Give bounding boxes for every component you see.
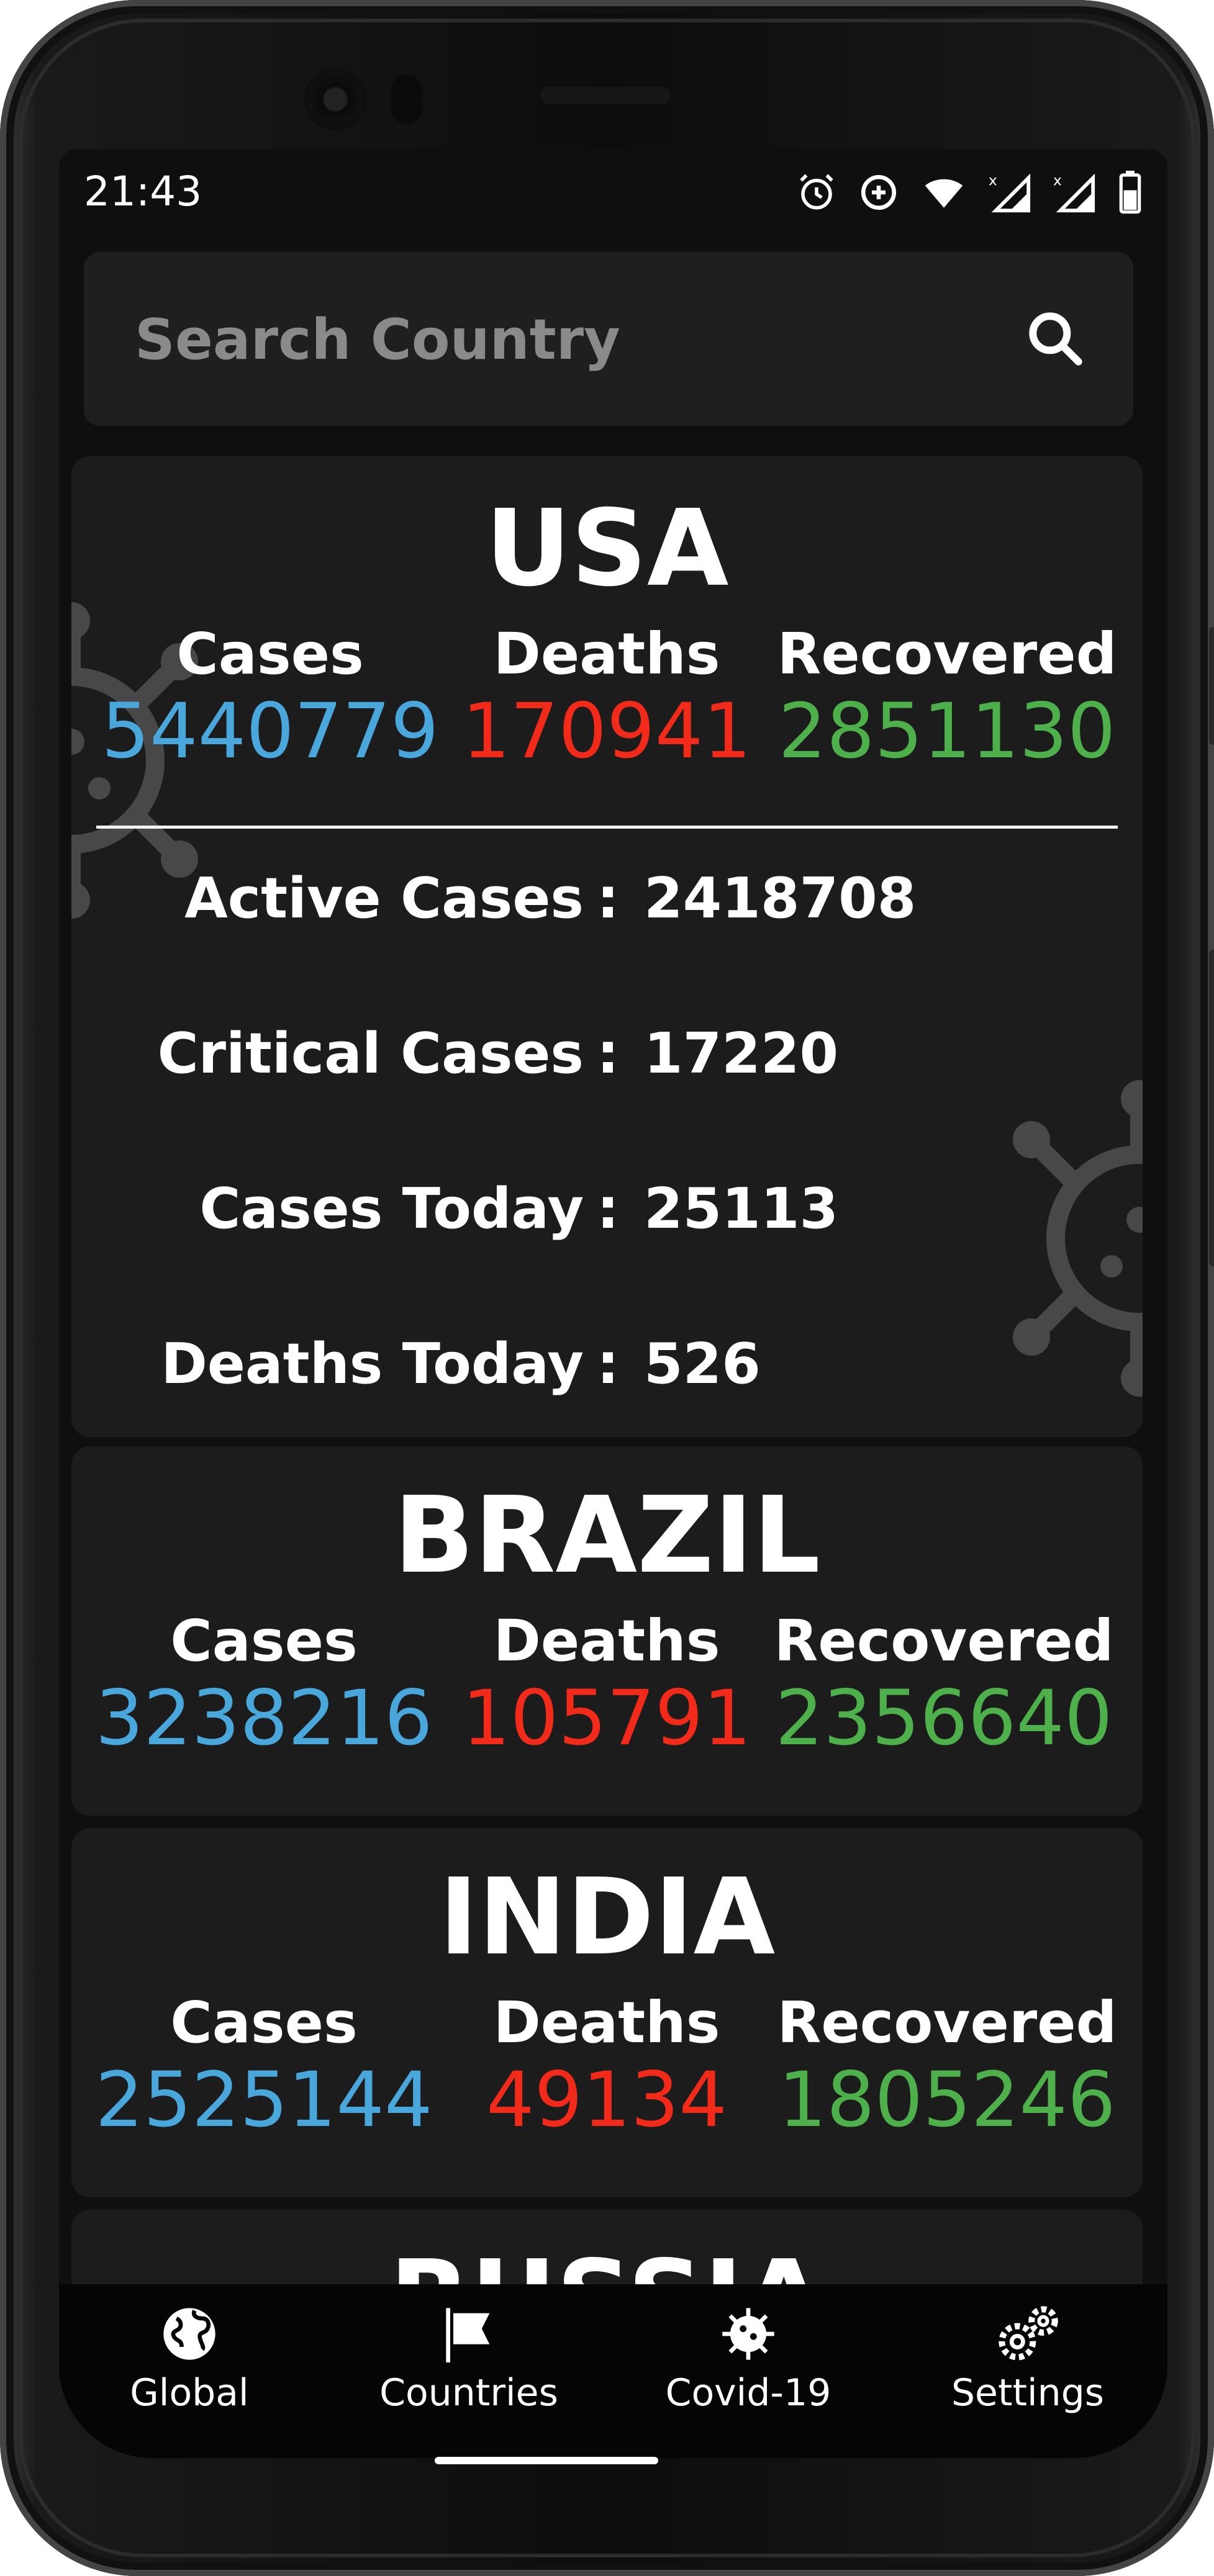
gears-icon <box>999 2306 1058 2361</box>
detail-label: Critical Cases <box>157 1021 584 1086</box>
detail-separator: : <box>597 1331 619 1397</box>
sensor <box>391 74 422 124</box>
country-name: USA <box>485 487 729 610</box>
recovered-label: Recovered <box>774 1608 1114 1674</box>
detail-row: Deaths Today : 526 <box>71 1331 1143 1400</box>
earpiece-speaker <box>540 87 671 104</box>
country-name: INDIA <box>438 1856 776 1979</box>
wifi-icon <box>925 179 963 208</box>
nav-global[interactable]: Global <box>59 2303 320 2415</box>
nav-countries[interactable]: Countries <box>338 2303 599 2415</box>
globe-icon <box>163 2308 215 2360</box>
cases-label: Cases <box>176 621 364 687</box>
deaths-label: Deaths <box>493 621 720 687</box>
nav-covid[interactable]: Covid-19 <box>618 2303 879 2415</box>
detail-label: Deaths Today <box>161 1331 584 1397</box>
detail-separator: : <box>597 866 619 931</box>
recovered-column: Recovered 1805246 <box>761 1989 1133 2144</box>
divider <box>96 826 1118 829</box>
home-indicator[interactable] <box>435 2457 658 2464</box>
country-card[interactable]: INDIA Cases 2525144 Deaths 49134 Recover… <box>71 1828 1143 2197</box>
detail-value: 25113 <box>644 1176 839 1241</box>
cases-value: 3238216 <box>95 1674 433 1762</box>
deaths-value: 105791 <box>462 1674 751 1762</box>
screen: 21:43 x x Search Country USA Cases 54407… <box>59 149 1167 2458</box>
search-input[interactable] <box>134 252 993 427</box>
deaths-column: Deaths 170941 <box>420 621 793 775</box>
deaths-column: Deaths 49134 <box>420 1989 793 2144</box>
recovered-value: 1805246 <box>778 2056 1116 2144</box>
country-card[interactable]: USA Cases 5440779 Deaths 170941 Recovere… <box>71 456 1143 1437</box>
deaths-value: 49134 <box>486 2056 728 2144</box>
cases-value: 5440779 <box>101 687 439 775</box>
deaths-label: Deaths <box>493 1989 720 2056</box>
phone-frame: 21:43 x x Search Country USA Cases 54407… <box>0 0 1214 2576</box>
nav-settings[interactable]: Settings <box>897 2303 1158 2415</box>
recovered-column: Recovered 2356640 <box>758 1608 1130 1762</box>
battery-icon <box>1119 171 1141 214</box>
deaths-column: Deaths 105791 <box>420 1608 793 1762</box>
cases-label: Cases <box>170 1989 358 2056</box>
virus-icon <box>722 2308 774 2360</box>
nav-label: Countries <box>379 2371 558 2415</box>
cases-column: Cases 2525144 <box>78 1989 450 2144</box>
detail-label: Cases Today <box>199 1176 584 1241</box>
svg-text:x: x <box>989 171 997 189</box>
detail-row: Cases Today : 25113 <box>71 1176 1143 1245</box>
signal-icon: x <box>989 171 1031 213</box>
signal-icon-2: x <box>1053 171 1095 213</box>
nav-label: Covid-19 <box>665 2371 831 2415</box>
detail-value: 526 <box>644 1331 761 1397</box>
country-card[interactable]: BRAZIL Cases 3238216 Deaths 105791 Recov… <box>71 1446 1143 1816</box>
data-saver-icon <box>861 174 897 210</box>
detail-value: 17220 <box>644 1021 839 1086</box>
detail-label: Active Cases <box>184 866 584 931</box>
search-bar[interactable] <box>84 252 1133 427</box>
cases-value: 2525144 <box>95 2056 433 2144</box>
detail-row: Active Cases : 2418708 <box>71 866 1143 934</box>
svg-text:x: x <box>1053 171 1062 189</box>
country-name: BRAZIL <box>394 1474 820 1597</box>
recovered-label: Recovered <box>777 1989 1117 2056</box>
nav-label: Settings <box>951 2371 1105 2415</box>
recovered-label: Recovered <box>777 621 1117 687</box>
status-bar: 21:43 x x <box>59 149 1167 236</box>
recovered-value: 2356640 <box>775 1674 1113 1762</box>
recovered-column: Recovered 2851130 <box>761 621 1133 775</box>
cases-label: Cases <box>170 1608 358 1674</box>
cases-column: Cases 5440779 <box>84 621 456 775</box>
detail-separator: : <box>597 1021 619 1086</box>
status-icons: x x <box>796 164 1143 220</box>
detail-row: Critical Cases : 17220 <box>71 1021 1143 1089</box>
flag-icon <box>446 2308 490 2362</box>
deaths-value: 170941 <box>462 687 751 775</box>
volume-button <box>1209 950 1214 1266</box>
deaths-label: Deaths <box>493 1608 720 1674</box>
cases-column: Cases 3238216 <box>78 1608 450 1762</box>
search-icon[interactable] <box>1021 305 1090 373</box>
status-time: 21:43 <box>84 168 202 215</box>
country-list[interactable]: USA Cases 5440779 Deaths 170941 Recovere… <box>71 456 1143 2436</box>
side-button <box>1209 627 1214 745</box>
recovered-value: 2851130 <box>778 687 1116 775</box>
nav-label: Global <box>130 2371 249 2415</box>
detail-separator: : <box>597 1176 619 1241</box>
detail-value: 2418708 <box>644 866 917 931</box>
front-camera <box>304 68 366 130</box>
alarm-icon <box>800 174 833 210</box>
bottom-navigation: Global Countries Covid-19 Settings <box>59 2284 1167 2458</box>
